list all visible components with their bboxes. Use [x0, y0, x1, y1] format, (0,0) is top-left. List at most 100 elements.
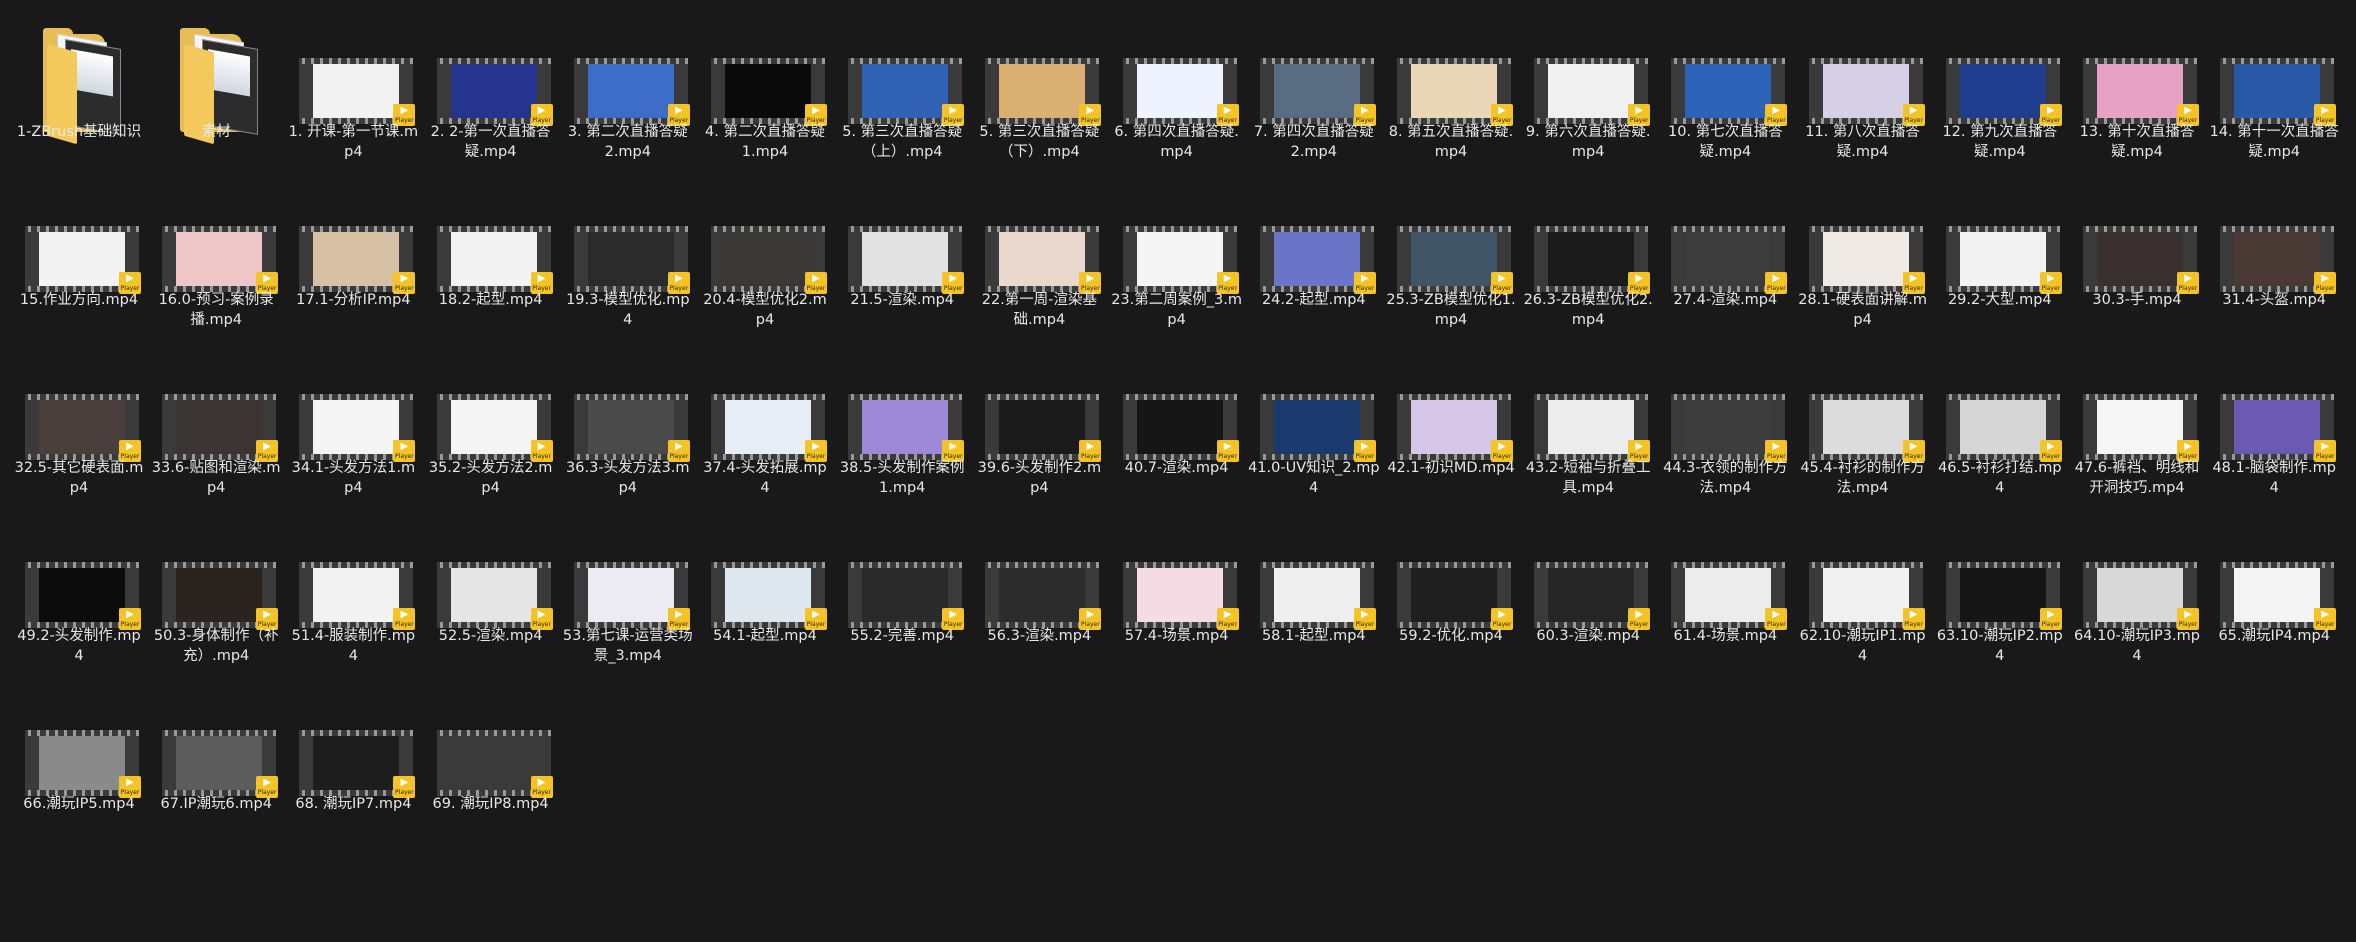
video-file-item[interactable]: ▶ Player 5. 第三次直播答疑（下）.mp4 — [973, 56, 1105, 216]
file-label: 5. 第三次直播答疑（上）.mp4 — [842, 124, 963, 160]
video-file-item[interactable]: ▶ Player 5. 第三次直播答疑（上）.mp4 — [836, 56, 968, 216]
video-file-item[interactable]: ▶ Player 46.5-衬衫打结.mp4 — [1934, 392, 2066, 552]
video-file-item[interactable]: ▶ Player 42.1-初识MD.mp4 — [1385, 392, 1517, 552]
play-icon: ▶ — [126, 273, 134, 284]
video-file-item[interactable]: ▶ Player 34.1-头发方法1.mp4 — [287, 392, 419, 552]
video-file-item[interactable]: ▶ Player 56.3-渲染.mp4 — [973, 560, 1105, 720]
thumbnail-image — [1273, 568, 1360, 622]
play-icon: ▶ — [1498, 609, 1506, 620]
video-file-item[interactable]: ▶ Player 30.3-手.mp4 — [2071, 224, 2203, 384]
video-file-item[interactable]: ▶ Player 14. 第十一次直播答疑.mp4 — [2208, 56, 2340, 216]
video-file-item[interactable]: ▶ Player 60.3-渲染.mp4 — [1522, 560, 1654, 720]
file-label: 11. 第八次直播答疑.mp4 — [1805, 124, 1920, 160]
video-file-item[interactable]: ▶ Player 22.第一周-渲染基础.mp4 — [973, 224, 1105, 384]
video-file-item[interactable]: ▶ Player 67.IP潮玩6.mp4 — [150, 728, 282, 888]
play-icon: ▶ — [1498, 105, 1506, 116]
video-file-item[interactable]: ▶ Player 55.2-完善.mp4 — [836, 560, 968, 720]
play-icon: ▶ — [812, 105, 820, 116]
video-file-item[interactable]: ▶ Player 9. 第六次直播答疑.mp4 — [1522, 56, 1654, 216]
video-file-item[interactable]: ▶ Player 2. 2-第一次直播答疑.mp4 — [425, 56, 557, 216]
video-file-item[interactable]: ▶ Player 50.3-身体制作（补充）.mp4 — [150, 560, 282, 720]
video-file-item[interactable]: ▶ Player 17.1-分析IP.mp4 — [287, 224, 419, 384]
video-file-item[interactable]: ▶ Player 7. 第四次直播答疑2.mp4 — [1248, 56, 1380, 216]
play-icon: ▶ — [537, 273, 546, 284]
video-file-item[interactable]: ▶ Player 36.3-头发方法3.mp4 — [562, 392, 694, 552]
video-file-item[interactable]: ▶ Player 25.3-ZB模型优化1.mp4 — [1385, 224, 1517, 384]
video-file-item[interactable]: ▶ Player 8. 第五次直播答疑.mp4 — [1385, 56, 1517, 216]
video-file-item[interactable]: ▶ Player 41.0-UV知识_2.mp4 — [1248, 392, 1380, 552]
video-file-item[interactable]: ▶ Player 26.3-ZB模型优化2.mp4 — [1522, 224, 1654, 384]
thumbnail-image — [313, 64, 400, 118]
video-file-item[interactable]: ▶ Player 54.1-起型.mp4 — [699, 560, 831, 720]
video-file-item[interactable]: ▶ Player 10. 第七次直播答疑.mp4 — [1659, 56, 1791, 216]
video-file-item[interactable]: ▶ Player 18.2-起型.mp4 — [425, 224, 557, 384]
video-file-item[interactable]: ▶ Player 15.作业方向.mp4 — [13, 224, 145, 384]
video-file-item[interactable]: ▶ Player 23.第二周案例_3.mp4 — [1111, 224, 1243, 384]
video-file-item[interactable]: ▶ Player 11. 第八次直播答疑.mp4 — [1797, 56, 1929, 216]
video-file-item[interactable]: ▶ Player 48.1-脑袋制作.mp4 — [2208, 392, 2340, 552]
video-file-item[interactable]: ▶ Player 61.4-场景.mp4 — [1659, 560, 1791, 720]
video-thumbnail: ▶ Player — [1259, 58, 1376, 126]
file-label: 66.潮玩IP5.mp4 — [23, 796, 135, 812]
video-file-item[interactable]: ▶ Player 64.10-潮玩IP3.mp4 — [2071, 560, 2203, 720]
play-icon: ▶ — [949, 273, 958, 284]
video-file-item[interactable]: ▶ Player 44.3-衣领的制作方法.mp4 — [1659, 392, 1791, 552]
video-file-item[interactable]: ▶ Player 24.2-起型.mp4 — [1248, 224, 1380, 384]
video-file-item[interactable]: ▶ Player 62.10-潮玩IP1.mp4 — [1797, 560, 1929, 720]
video-file-item[interactable]: ▶ Player 32.5-其它硬表面.mp4 — [13, 392, 145, 552]
folder-item[interactable]: 1-ZBrush基础知识 — [13, 14, 145, 174]
video-file-item[interactable]: ▶ Player 3. 第二次直播答疑2.mp4 — [562, 56, 694, 216]
play-icon: ▶ — [2321, 105, 2330, 116]
video-file-item[interactable]: ▶ Player 63.10-潮玩IP2.mp4 — [1934, 560, 2066, 720]
video-file-item[interactable]: ▶ Player 43.2-短袖与折叠工具.mp4 — [1522, 392, 1654, 552]
video-file-item[interactable]: ▶ Player 29.2-大型.mp4 — [1934, 224, 2066, 384]
folder-item[interactable]: 素材 — [150, 14, 282, 174]
video-file-item[interactable]: ▶ Player 27.4-渲染.mp4 — [1659, 224, 1791, 384]
video-file-item[interactable]: ▶ Player 68. 潮玩IP7.mp4 — [287, 728, 419, 888]
thumbnail-image — [1822, 232, 1909, 286]
video-file-item[interactable]: ▶ Player 20.4-模型优化2.mp4 — [699, 224, 831, 384]
video-file-item[interactable]: ▶ Player 66.潮玩IP5.mp4 — [13, 728, 145, 888]
video-file-item[interactable]: ▶ Player 65.潮玩IP4.mp4 — [2208, 560, 2340, 720]
video-file-item[interactable]: ▶ Player 21.5-渲染.mp4 — [836, 224, 968, 384]
video-file-item[interactable]: ▶ Player 6. 第四次直播答疑.mp4 — [1111, 56, 1243, 216]
video-file-item[interactable]: ▶ Player 1. 开课-第一节课.mp4 — [287, 56, 419, 216]
video-file-item[interactable]: ▶ Player 51.4-服装制作.mp4 — [287, 560, 419, 720]
video-file-item[interactable]: ▶ Player 31.4-头盔.mp4 — [2208, 224, 2340, 384]
video-file-item[interactable]: ▶ Player 37.4-头发拓展.mp4 — [699, 392, 831, 552]
video-file-item[interactable]: ▶ Player 12. 第九次直播答疑.mp4 — [1934, 56, 2066, 216]
video-thumbnail: ▶ Player — [1945, 58, 2062, 126]
video-file-item[interactable]: ▶ Player 16.0-预习-案例录播.mp4 — [150, 224, 282, 384]
play-icon: ▶ — [1086, 609, 1095, 620]
video-file-item[interactable]: ▶ Player 33.6-贴图和渲染.mp4 — [150, 392, 282, 552]
play-icon: ▶ — [537, 609, 546, 620]
video-thumbnail: ▶ Player — [2083, 394, 2199, 462]
video-file-item[interactable]: ▶ Player 4. 第二次直播答疑1.mp4 — [699, 56, 831, 216]
thumbnail-image — [2234, 232, 2321, 286]
thumbnail-image — [587, 400, 674, 454]
video-file-item[interactable]: ▶ Player 39.6-头发制作2.mp4 — [973, 392, 1105, 552]
video-file-item[interactable]: ▶ Player 59.2-优化.mp4 — [1385, 560, 1517, 720]
video-file-item[interactable]: ▶ Player 49.2-头发制作.mp4 — [13, 560, 145, 720]
video-file-item[interactable]: ▶ Player 57.4-场景.mp4 — [1111, 560, 1243, 720]
thumbnail-image — [1411, 568, 1497, 622]
file-label: 52.5-渲染.mp4 — [438, 628, 543, 644]
video-file-item[interactable]: ▶ Player 53.第七课-运营类场景_3.mp4 — [562, 560, 694, 720]
video-file-item[interactable]: ▶ Player 45.4-衬衫的制作方法.mp4 — [1797, 392, 1929, 552]
video-file-item[interactable]: ▶ Player 58.1-起型.mp4 — [1248, 560, 1380, 720]
video-file-item[interactable]: ▶ Player 19.3-模型优化.mp4 — [562, 224, 694, 384]
file-label: 54.1-起型.mp4 — [713, 628, 817, 644]
file-label: 18.2-起型.mp4 — [438, 292, 543, 308]
video-file-item[interactable]: ▶ Player 47.6-裤裆、明线和开洞技巧.mp4 — [2071, 392, 2203, 552]
video-file-item[interactable]: ▶ Player 35.2-头发方法2.mp4 — [425, 392, 557, 552]
video-file-item[interactable]: ▶ Player 40.7-渲染.mp4 — [1111, 392, 1243, 552]
video-thumbnail: ▶ Player — [985, 394, 1102, 462]
video-file-item[interactable]: ▶ Player 52.5-渲染.mp4 — [425, 560, 557, 720]
video-thumbnail: ▶ Player — [1808, 58, 1925, 126]
video-file-item[interactable]: ▶ Player 13. 第十次直播答疑.mp4 — [2071, 56, 2203, 216]
video-file-item[interactable]: ▶ Player 28.1-硬表面讲解.mp4 — [1797, 224, 1929, 384]
play-icon: ▶ — [674, 441, 683, 452]
video-file-item[interactable]: ▶ Player 38.5-头发制作案例1.mp4 — [836, 392, 968, 552]
video-file-item[interactable]: ▶ Player 69. 潮玩IP8.mp4 — [425, 728, 557, 888]
file-label: 25.3-ZB模型优化1.mp4 — [1386, 292, 1516, 328]
